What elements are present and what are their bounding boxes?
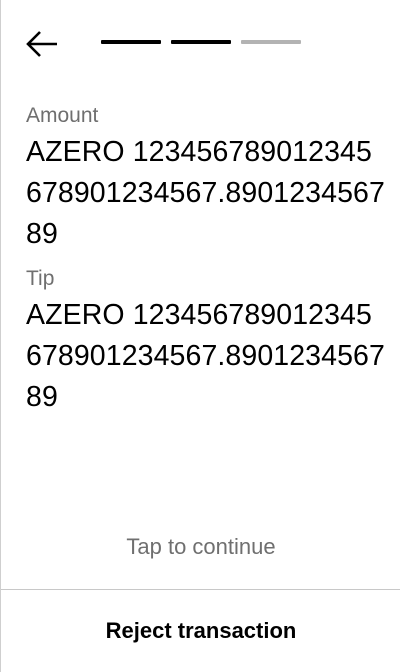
tip-value: AZERO 123456789012345678901234567.890123… — [26, 299, 385, 413]
amount-value: AZERO 123456789012345678901234567.890123… — [26, 136, 385, 250]
progress-step — [101, 40, 161, 44]
transaction-review-screen: Amount AZERO 123456789012345678901234567… — [0, 0, 400, 672]
progress-step — [171, 40, 231, 44]
transaction-details: Amount AZERO 123456789012345678901234567… — [26, 102, 386, 428]
progress-step — [241, 40, 301, 44]
progress-indicator — [101, 40, 301, 44]
header — [1, 0, 400, 90]
reject-transaction-button[interactable]: Reject transaction — [1, 590, 400, 672]
back-button[interactable] — [21, 24, 63, 64]
tip-label: Tip — [26, 267, 55, 290]
amount-label: Amount — [26, 104, 99, 127]
arrow-left-icon — [26, 31, 57, 57]
tap-to-continue[interactable]: Tap to continue — [1, 532, 400, 562]
